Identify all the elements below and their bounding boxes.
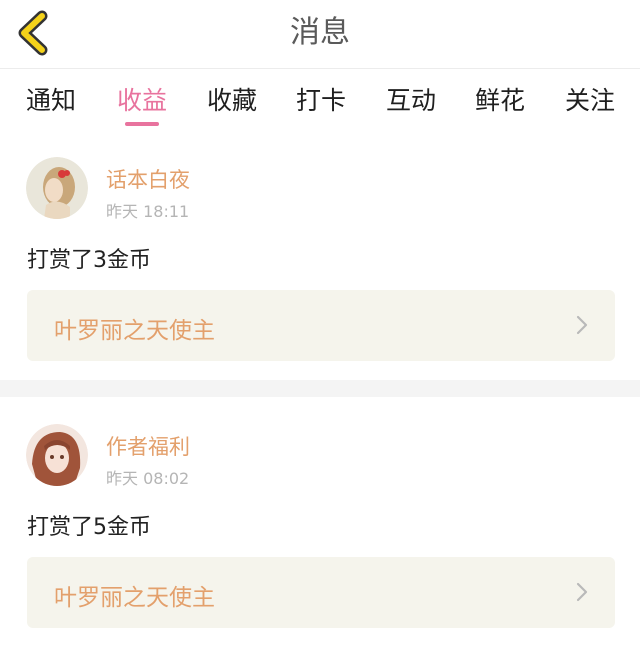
chevron-right-icon bbox=[576, 582, 588, 602]
book-link[interactable]: 叶罗丽之天使主 bbox=[27, 290, 615, 361]
book-link[interactable]: 叶罗丽之天使主 bbox=[27, 557, 615, 628]
chevron-right-icon bbox=[576, 315, 588, 335]
message-card: 作者福利 昨天 08:02 打赏了5金币 叶罗丽之天使主 bbox=[0, 397, 640, 649]
divider bbox=[0, 380, 640, 397]
page-title: 消息 bbox=[290, 15, 350, 50]
timestamp: 昨天 08:02 bbox=[106, 469, 190, 488]
tab-notify[interactable]: 通知 bbox=[26, 81, 76, 117]
avatar-image bbox=[26, 424, 88, 486]
book-title: 叶罗丽之天使主 bbox=[54, 318, 215, 344]
avatar[interactable] bbox=[26, 424, 88, 486]
tab-interaction[interactable]: 互动 bbox=[386, 81, 436, 117]
message-text: 打赏了5金币 bbox=[27, 515, 151, 540]
timestamp: 昨天 18:11 bbox=[106, 202, 190, 221]
active-tab-indicator bbox=[125, 122, 159, 126]
message-card: 话本白夜 昨天 18:11 打赏了3金币 叶罗丽之天使主 bbox=[0, 130, 640, 380]
top-bar: 消息 bbox=[0, 0, 640, 69]
tab-flowers[interactable]: 鲜花 bbox=[475, 81, 525, 117]
username[interactable]: 作者福利 bbox=[106, 431, 190, 461]
avatar-image bbox=[26, 157, 88, 219]
username[interactable]: 话本白夜 bbox=[106, 164, 190, 194]
tab-earnings[interactable]: 收益 bbox=[117, 81, 167, 117]
tab-bar: 通知 收益 收藏 打卡 互动 鲜花 关注 bbox=[0, 69, 640, 129]
tab-checkin[interactable]: 打卡 bbox=[296, 81, 346, 117]
tab-favorites[interactable]: 收藏 bbox=[207, 81, 257, 117]
tab-follow[interactable]: 关注 bbox=[565, 81, 615, 117]
message-text: 打赏了3金币 bbox=[27, 248, 151, 273]
avatar[interactable] bbox=[26, 157, 88, 219]
book-title: 叶罗丽之天使主 bbox=[54, 585, 215, 611]
